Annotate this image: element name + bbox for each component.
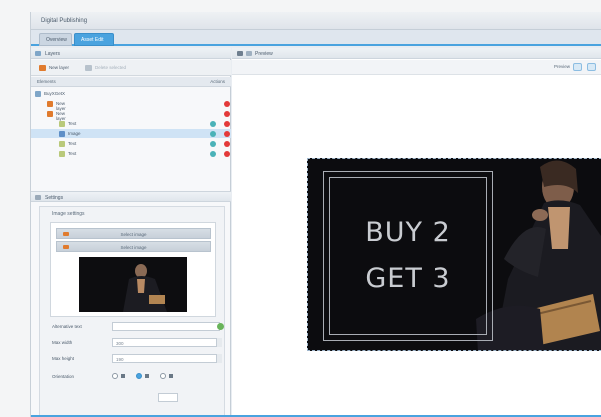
preview-panel-header[interactable]: Preview [232,48,601,59]
max-width-input[interactable]: 300 [112,338,220,347]
tab-bar: Overview Asset Edit [31,30,601,46]
promo-line-1[interactable]: BUY 2 [323,217,493,248]
alt-text-input[interactable] [112,322,220,331]
image-icon [63,232,69,236]
left-pane: Layers New layer Delete selected Element… [31,48,231,417]
delete-icon[interactable] [224,101,230,107]
zoom-out-icon[interactable] [587,63,596,71]
preview-pane: Preview Preview BUY 2 GET 3 [232,48,601,417]
tree-node-label: New layer [56,101,66,111]
layers-icon [35,51,41,56]
clear-image-label: Select image [120,245,147,250]
max-height-spinner[interactable] [216,354,222,363]
visibility-icon[interactable] [210,151,216,157]
orientation-radio-3[interactable] [160,373,166,379]
delete-icon[interactable] [224,141,230,147]
title-bar: Digital Publishing [31,12,601,30]
visibility-icon[interactable] [210,131,216,137]
delete-icon[interactable] [224,151,230,157]
preview-icon [246,51,252,56]
orientation-option-icon [145,374,149,378]
orientation-label: Orientation [52,374,75,379]
image-icon [63,245,69,249]
layers-panel-title: Layers [45,51,61,57]
inner-frame-border [329,177,487,335]
app-title: Digital Publishing [41,18,88,24]
extra-stepper[interactable] [158,393,178,402]
layers-column-header: Elements Actions [31,77,231,87]
max-width-spinner[interactable] [216,338,222,347]
visibility-icon[interactable] [210,141,216,147]
layer-icon [47,101,53,107]
tree-node-label: Text [68,141,77,146]
delete-layer-icon [85,65,92,71]
app-window: Digital Publishing Overview Asset Edit L… [30,12,601,417]
delete-icon[interactable] [224,111,230,117]
settings-icon [35,195,41,200]
orientation-radio-1[interactable] [112,373,118,379]
max-width-row: Max width 300 [52,338,222,348]
column-actions: Actions [210,79,225,84]
orientation-option-icon [169,374,173,378]
tree-node-label: BuyXGetX [44,91,66,96]
tree-node-label: Text [68,151,77,156]
promo-line-2[interactable]: GET 3 [323,263,493,294]
text-element-icon [59,121,65,127]
thumbnail-photo [79,257,187,312]
preview-toolbar-label: Preview [553,64,570,69]
tab-asset-edit[interactable]: Asset Edit [74,33,114,46]
delete-icon[interactable] [224,121,230,127]
settings-panel-title: Settings [45,195,64,201]
banner-canvas[interactable]: BUY 2 GET 3 [307,158,601,351]
grid-icon[interactable] [237,51,243,56]
visibility-icon[interactable] [210,121,216,127]
delete-icon[interactable] [224,131,230,137]
preview-toolbar: Preview [232,60,601,75]
screen: Digital Publishing Overview Asset Edit L… [0,0,601,417]
new-layer-label: New layer [49,65,70,70]
select-image-label: Select image [120,232,147,237]
orientation-option-icon [121,374,125,378]
select-image-button[interactable]: Select image [56,228,211,239]
alt-text-row: Alternative text [52,322,224,332]
max-width-label: Max width [52,340,73,345]
orientation-radio-2[interactable] [136,373,142,379]
layer-icon [47,111,53,117]
layers-panel-header[interactable]: Layers [31,48,231,59]
add-layer-icon [39,65,46,71]
image-element-icon [59,131,65,137]
image-picker: Select image Select image [50,222,216,317]
zoom-in-icon[interactable] [573,63,582,71]
layers-toolbar: New layer Delete selected [31,60,231,76]
max-height-row: Max height 190 [52,354,222,364]
new-layer-button[interactable]: New layer [37,63,73,73]
image-settings-title: Image settings [52,211,85,217]
tab-overview[interactable]: Overview [39,33,72,46]
tree-node-label: New layer [56,111,66,121]
delete-layer-label: Delete selected [95,65,127,70]
text-element-icon [59,151,65,157]
orientation-row: Orientation [52,372,222,382]
image-settings-group: Image settings Select image Select image [39,206,225,416]
column-elements: Elements [37,79,56,84]
max-height-input[interactable]: 190 [112,354,220,363]
validate-icon[interactable] [217,323,224,330]
delete-layer-button[interactable]: Delete selected [83,63,130,73]
text-element-icon [59,141,65,147]
max-height-label: Max height [52,356,75,361]
tree-node-label: Image [68,131,81,136]
settings-panel-header[interactable]: Settings [31,191,231,202]
image-thumbnail [79,257,187,312]
preview-panel-title: Preview [255,51,273,57]
folder-icon [35,91,41,97]
clear-image-button[interactable]: Select image [56,241,211,252]
tree-node-label: Text [68,121,77,126]
alt-text-label: Alternative text [52,324,82,329]
